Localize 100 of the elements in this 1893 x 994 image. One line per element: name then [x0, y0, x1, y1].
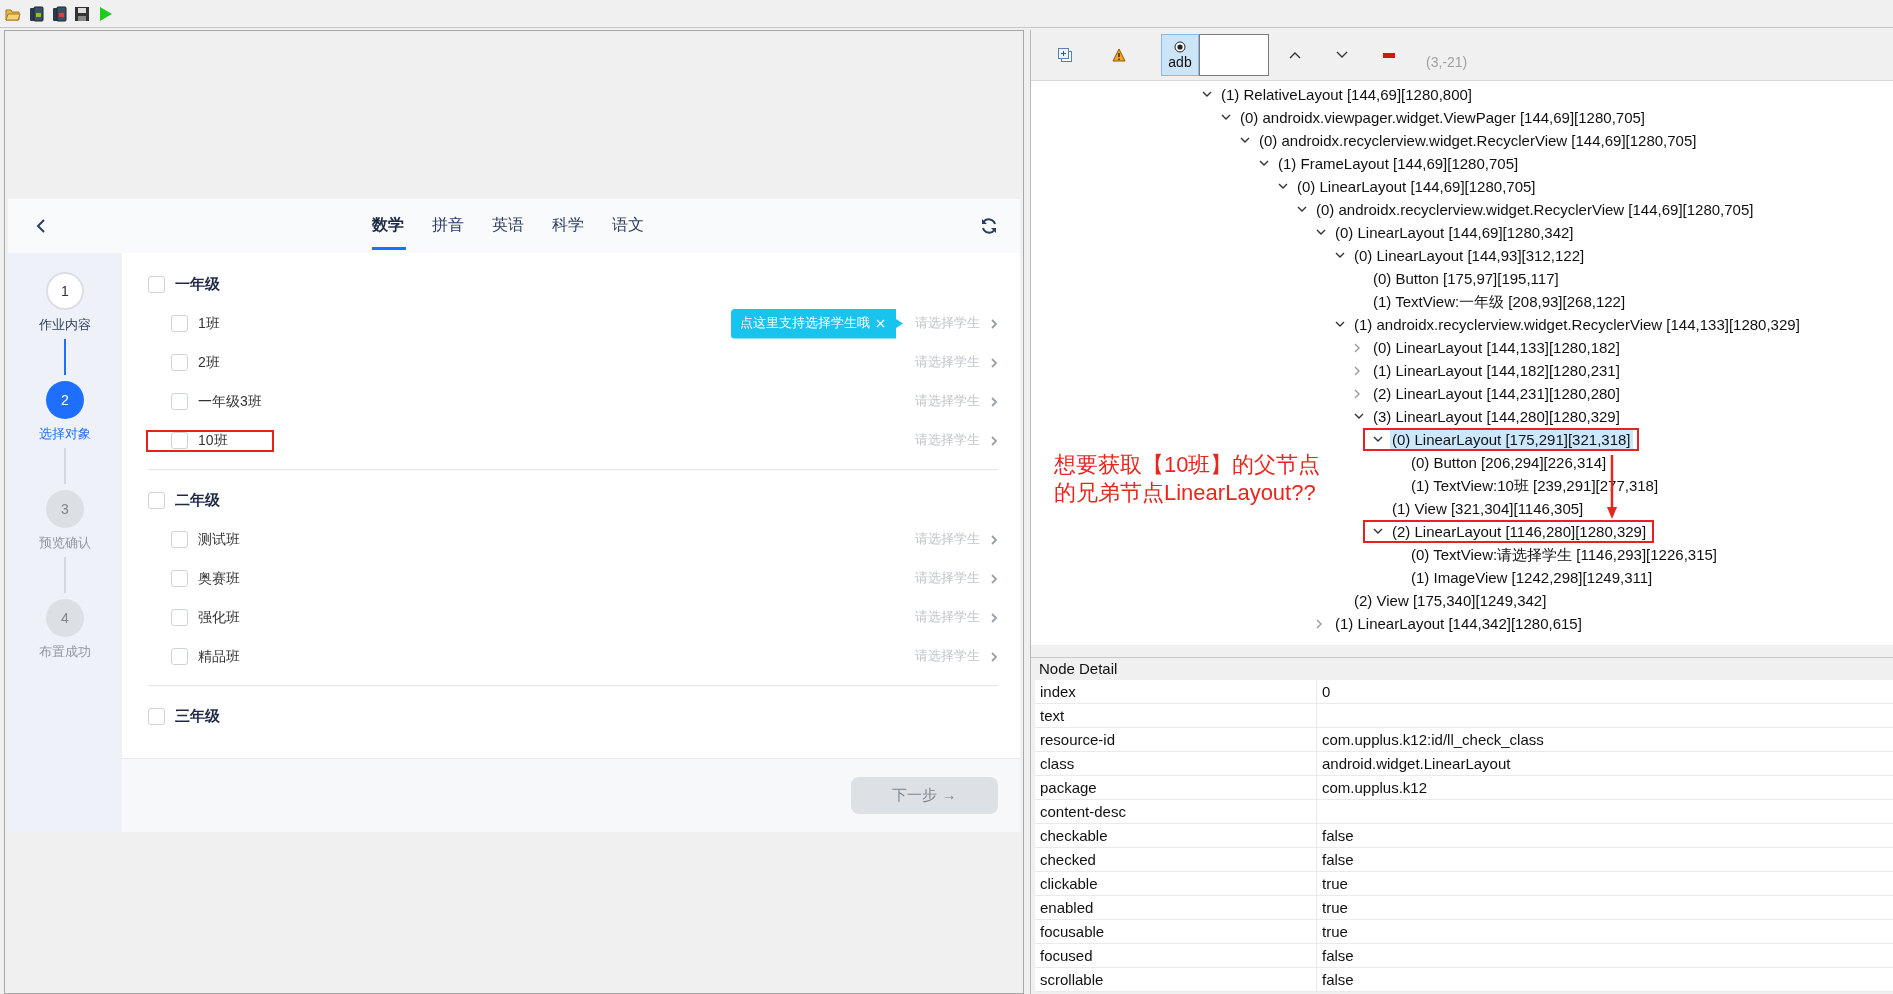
checkbox[interactable]: [171, 609, 188, 626]
chevron-down-icon[interactable]: [1259, 160, 1269, 167]
property-name: resource-id: [1035, 728, 1317, 752]
property-name: enabled: [1035, 896, 1317, 920]
tree-node[interactable]: (0) androidx.recyclerview.widget.RecyclerView [144,69][1280,705]: [1314, 200, 1756, 219]
chevron-right-icon[interactable]: [990, 572, 998, 585]
chevron-down-icon[interactable]: [1316, 229, 1326, 236]
refresh-icon[interactable]: [980, 217, 998, 235]
subject-tab[interactable]: 拼音: [432, 199, 492, 253]
class-label: 1班: [198, 314, 220, 333]
chevron-down-icon[interactable]: [1202, 91, 1212, 98]
property-name: content-desc: [1035, 800, 1317, 824]
property-name: package: [1035, 776, 1317, 800]
tree-node[interactable]: (2) LinearLayout [144,231][1280,280]: [1371, 384, 1622, 403]
checkbox[interactable]: [148, 491, 165, 509]
property-value: com.upplus.k12:id/ll_check_class: [1317, 728, 1893, 752]
chevron-right-icon[interactable]: [1354, 342, 1361, 353]
checkbox[interactable]: [171, 432, 188, 449]
tree-node[interactable]: (0) androidx.recyclerview.widget.RecyclerView [144,69][1280,705]: [1257, 131, 1699, 150]
tree-node[interactable]: (1) View [321,304][1146,305]: [1390, 499, 1586, 518]
subject-tab[interactable]: 科学: [552, 199, 612, 253]
chevron-up-icon[interactable]: [1289, 51, 1301, 59]
chevron-right-icon[interactable]: [990, 650, 998, 663]
checkbox[interactable]: [171, 570, 188, 587]
tree-node[interactable]: (1) androidx.recyclerview.widget.RecyclerView [144,133][1280,329]: [1352, 315, 1802, 334]
chevron-down-icon[interactable]: [1335, 252, 1345, 259]
tree-node[interactable]: (2) LinearLayout [1146,280][1280,329]: [1390, 522, 1649, 541]
phone-icon[interactable]: [28, 5, 44, 22]
coordinates-label: (3,-21): [1426, 54, 1468, 70]
step-number: 1: [46, 272, 84, 310]
play-icon[interactable]: [97, 5, 113, 22]
tree-node[interactable]: (0) Button [175,97][195,117]: [1371, 269, 1561, 288]
tree-node[interactable]: (0) LinearLayout [144,133][1280,182]: [1371, 338, 1622, 357]
text-field[interactable]: [1199, 34, 1269, 76]
property-value: false: [1317, 968, 1893, 992]
chevron-right-icon[interactable]: [990, 434, 998, 447]
chevron-right-icon[interactable]: [990, 611, 998, 624]
minus-icon[interactable]: [1383, 52, 1395, 58]
class-label: 一年级3班: [198, 392, 262, 411]
tree-node[interactable]: (0) androidx.viewpager.widget.ViewPager [144,69][1280,705]: [1238, 108, 1647, 127]
tree-node[interactable]: (0) Button [206,294][226,314]: [1409, 453, 1609, 472]
tree-node[interactable]: (1) FrameLayout [144,69][1280,705]: [1276, 154, 1521, 173]
tree-node[interactable]: (1) LinearLayout [144,342][1280,615]: [1333, 614, 1584, 633]
property-name: focused: [1035, 944, 1317, 968]
chevron-right-icon[interactable]: [1316, 618, 1323, 629]
checkbox[interactable]: [171, 648, 188, 665]
tree-node[interactable]: (0) LinearLayout [144,69][1280,342]: [1333, 223, 1576, 242]
adb-toggle[interactable]: adb: [1161, 34, 1199, 76]
save-icon[interactable]: [74, 5, 90, 22]
property-value: true: [1317, 920, 1893, 944]
property-name: checked: [1035, 848, 1317, 872]
class-label: 10班: [198, 431, 228, 450]
phone-icon[interactable]: [51, 5, 67, 22]
step-label: 布置成功: [39, 643, 91, 661]
chevron-right-icon[interactable]: [1354, 388, 1361, 399]
checkbox[interactable]: [171, 354, 188, 371]
checkbox[interactable]: [148, 275, 165, 293]
chevron-down-icon[interactable]: [1336, 51, 1348, 59]
tree-node[interactable]: (1) LinearLayout [144,182][1280,231]: [1371, 361, 1622, 380]
grade-label: 二年级: [175, 490, 220, 510]
property-name: scrollable: [1035, 968, 1317, 992]
chevron-down-icon[interactable]: [1354, 413, 1364, 420]
checkbox[interactable]: [171, 315, 188, 332]
plus-square-icon[interactable]: [1058, 48, 1072, 62]
tree-node[interactable]: (1) TextView:一年级 [208,93][268,122]: [1371, 292, 1628, 311]
property-name: text: [1035, 704, 1317, 728]
chevron-right-icon[interactable]: [990, 395, 998, 408]
close-icon[interactable]: [876, 319, 885, 328]
step-number: 2: [46, 381, 84, 419]
checkbox[interactable]: [148, 707, 165, 725]
property-value: true: [1317, 872, 1893, 896]
chevron-down-icon[interactable]: [1221, 114, 1231, 121]
warning-icon[interactable]: [1112, 48, 1126, 62]
property-value: false: [1317, 944, 1893, 968]
chevron-right-icon[interactable]: [990, 356, 998, 369]
subject-tab[interactable]: 语文: [612, 199, 672, 253]
checkbox[interactable]: [171, 393, 188, 410]
tree-node[interactable]: (0) LinearLayout [144,69][1280,705]: [1295, 177, 1538, 196]
chevron-right-icon[interactable]: [1354, 365, 1361, 376]
class-label: 强化班: [198, 608, 240, 627]
tree-node[interactable]: (1) ImageView [1242,298][1249,311]: [1409, 568, 1655, 587]
tree-node[interactable]: (0) LinearLayout [175,291][321,318]: [1390, 430, 1633, 449]
tree-node[interactable]: (1) RelativeLayout [144,69][1280,800]: [1219, 85, 1474, 104]
chevron-down-icon[interactable]: [1297, 206, 1307, 213]
tree-node[interactable]: (2) View [175,340][1249,342]: [1352, 591, 1549, 610]
checkbox[interactable]: [171, 531, 188, 548]
chevron-right-icon[interactable]: [990, 533, 998, 546]
property-name: focusable: [1035, 920, 1317, 944]
tree-node[interactable]: (0) LinearLayout [144,93][312,122]: [1352, 246, 1587, 265]
chevron-down-icon[interactable]: [1278, 183, 1288, 190]
radio-icon: [1174, 40, 1186, 53]
tree-node[interactable]: (3) LinearLayout [144,280][1280,329]: [1371, 407, 1622, 426]
chevron-right-icon[interactable]: [990, 317, 998, 330]
tree-node[interactable]: (0) TextView:请选择学生 [1146,293][1226,315]: [1409, 545, 1719, 564]
chevron-down-icon[interactable]: [1373, 436, 1383, 443]
chevron-down-icon[interactable]: [1373, 528, 1383, 535]
back-icon[interactable]: [35, 218, 47, 234]
chevron-down-icon[interactable]: [1335, 321, 1345, 328]
subject-tab[interactable]: 英语: [492, 199, 552, 253]
chevron-down-icon[interactable]: [1240, 137, 1250, 144]
